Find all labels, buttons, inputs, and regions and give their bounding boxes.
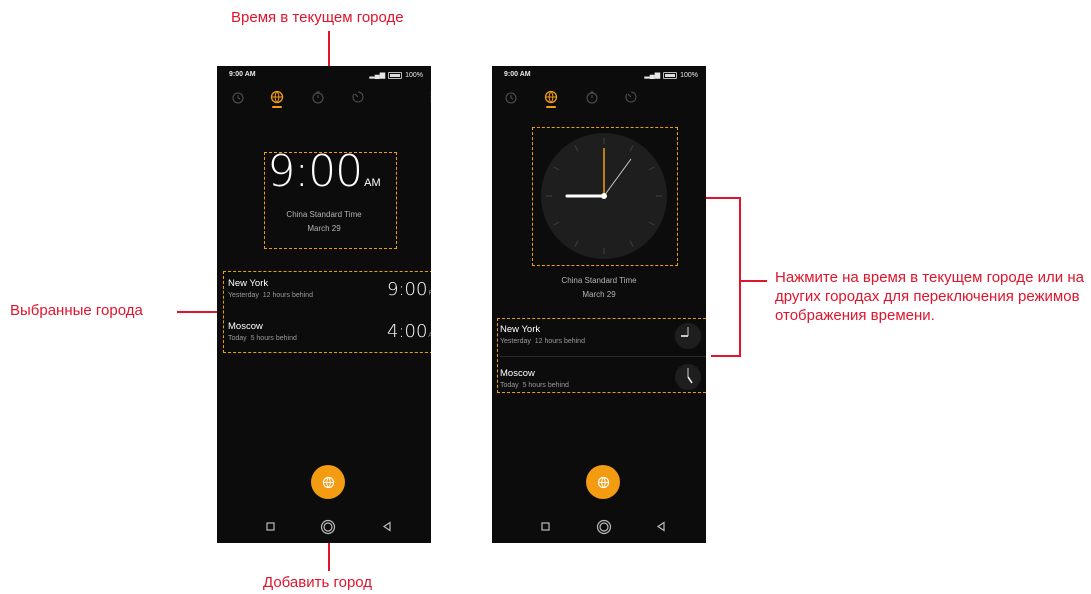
annotation-add-city: Добавить город (263, 574, 373, 591)
main-timezone: China Standard Time (286, 210, 362, 219)
city-time: 4:00AM (387, 321, 431, 342)
nav-bar (492, 519, 706, 535)
nav-bar (217, 519, 431, 535)
annotation-current-city-time: Время в текущем городе (231, 9, 404, 26)
city-name: Moscow (228, 321, 263, 332)
city-offset-text: 5 hours behind (250, 335, 297, 342)
alarm-icon[interactable] (503, 89, 519, 105)
battery-icon (388, 71, 403, 79)
battery-icon (663, 71, 678, 79)
city-offset: Today 5 hours behind (500, 382, 569, 389)
back-triangle-icon[interactable] (382, 519, 392, 535)
city-offset: Today 5 hours behind (228, 335, 297, 342)
world-clock-icon[interactable] (269, 89, 285, 108)
status-bar: 9:00 AM ▂▄▆ 100% (217, 70, 431, 82)
globe-icon (597, 476, 609, 488)
stopwatch-icon[interactable] (584, 89, 600, 105)
status-time: 9:00 AM (504, 71, 531, 78)
city-day: Today (500, 382, 519, 389)
annotation-line-right-vert (739, 197, 741, 356)
status-bar: 9:00 AM ▂▄▆ 100% (492, 70, 706, 82)
annotation-line-right-bottom (711, 355, 741, 357)
timer-icon[interactable] (623, 89, 639, 105)
phone-left: 9:00 AM ▂▄▆ 100% ⋮ 9:00AM China Standard… (217, 66, 431, 543)
stopwatch-icon[interactable] (310, 89, 326, 105)
tab-bar: ⋮ (492, 89, 706, 109)
annotation-line-left (177, 311, 222, 313)
tab-indicator (546, 106, 556, 108)
alarm-icon[interactable] (230, 89, 246, 105)
mini-analog-clock (675, 323, 701, 349)
world-clock-icon[interactable] (543, 89, 559, 108)
tab-indicator (272, 106, 282, 108)
battery-percent: 100% (680, 71, 698, 79)
main-clock-ampm: AM (364, 177, 381, 189)
signal-icon: ▂▄▆ (644, 72, 661, 79)
square-icon[interactable] (541, 519, 551, 535)
back-triangle-icon[interactable] (656, 519, 666, 535)
more-vert-icon[interactable]: ⋮ (425, 90, 431, 105)
home-circle-icon[interactable] (596, 519, 612, 535)
annotation-selected-cities: Выбранные города (10, 302, 143, 319)
analog-clock[interactable] (540, 132, 668, 260)
city-name: New York (228, 278, 269, 289)
city-offset-text: 12 hours behind (534, 338, 585, 345)
city-offset-text: 5 hours behind (522, 382, 569, 389)
main-clock-time: 9:00 (267, 146, 363, 197)
home-circle-icon[interactable] (320, 519, 336, 535)
city-time-ampm: PM (428, 290, 431, 297)
tab-bar: ⋮ (217, 89, 431, 109)
city-day: Today (228, 335, 247, 342)
city-name: New York (500, 324, 541, 335)
annotation-switch-mode: Нажмите на время в текущем городе или на… (775, 269, 1084, 324)
city-offset: Yesterday 12 hours behind (500, 338, 585, 345)
signal-icon: ▂▄▆ (369, 72, 386, 79)
main-clock[interactable]: 9:00 AM (217, 146, 431, 197)
city-divider (500, 356, 706, 357)
more-vert-icon[interactable]: ⋮ (701, 90, 706, 105)
main-date: March 29 (307, 224, 341, 233)
status-icons: ▂▄▆ 100% (644, 71, 698, 79)
city-offset-text: 12 hours behind (262, 292, 313, 299)
city-day: Yesterday (228, 292, 259, 299)
annotation-line-right-mid (740, 280, 767, 282)
globe-icon (322, 476, 334, 488)
phone-right: 9:00 AM ▂▄▆ 100% ⋮ (492, 66, 706, 543)
city-time: 9:00PM (387, 279, 431, 300)
main-timezone: China Standard Time (561, 276, 637, 285)
status-icons: ▂▄▆ 100% (369, 71, 423, 79)
city-name: Moscow (500, 368, 535, 379)
square-icon[interactable] (266, 519, 276, 535)
city-time-value: 4:00 (387, 321, 428, 342)
main-date: March 29 (582, 290, 616, 299)
mini-analog-clock (675, 364, 701, 390)
add-city-button[interactable] (311, 465, 345, 499)
status-time: 9:00 AM (229, 71, 256, 78)
add-city-button[interactable] (586, 465, 620, 499)
city-day: Yesterday (500, 338, 531, 345)
city-offset: Yesterday 12 hours behind (228, 292, 313, 299)
battery-percent: 100% (405, 71, 423, 79)
city-time-ampm: AM (428, 332, 431, 339)
timer-icon[interactable] (350, 89, 366, 105)
city-time-value: 9:00 (387, 279, 428, 300)
